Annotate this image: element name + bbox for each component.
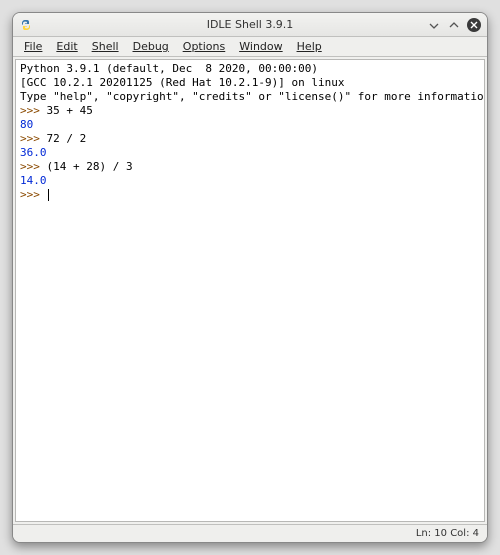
menu-options[interactable]: Options bbox=[176, 38, 232, 55]
idle-window: IDLE Shell 3.9.1 File Edit Shell Debug O… bbox=[12, 12, 488, 543]
window-controls bbox=[427, 18, 481, 32]
prompt: >>> bbox=[20, 132, 40, 145]
banner-line: Type "help", "copyright", "credits" or "… bbox=[20, 90, 485, 103]
menu-shell[interactable]: Shell bbox=[85, 38, 126, 55]
shell-text-area[interactable]: Python 3.9.1 (default, Dec 8 2020, 00:00… bbox=[15, 59, 485, 522]
repl-output: 36.0 bbox=[20, 146, 47, 159]
menu-debug[interactable]: Debug bbox=[126, 38, 176, 55]
minimize-button[interactable] bbox=[427, 18, 441, 32]
statusbar: Ln: 10 Col: 4 bbox=[13, 524, 487, 542]
prompt: >>> bbox=[20, 188, 40, 201]
python-icon bbox=[19, 18, 33, 32]
maximize-button[interactable] bbox=[447, 18, 461, 32]
window-title: IDLE Shell 3.9.1 bbox=[207, 18, 294, 31]
prompt: >>> bbox=[20, 104, 40, 117]
menu-window[interactable]: Window bbox=[232, 38, 289, 55]
text-cursor bbox=[48, 189, 49, 201]
menu-edit[interactable]: Edit bbox=[49, 38, 84, 55]
menu-file[interactable]: File bbox=[17, 38, 49, 55]
repl-output: 14.0 bbox=[20, 174, 47, 187]
prompt: >>> bbox=[20, 160, 40, 173]
menubar: File Edit Shell Debug Options Window Hel… bbox=[13, 37, 487, 57]
repl-output: 80 bbox=[20, 118, 33, 131]
menu-help[interactable]: Help bbox=[290, 38, 329, 55]
titlebar[interactable]: IDLE Shell 3.9.1 bbox=[13, 13, 487, 37]
banner-line: Python 3.9.1 (default, Dec 8 2020, 00:00… bbox=[20, 62, 318, 75]
repl-input: (14 + 28) / 3 bbox=[47, 160, 133, 173]
banner-line: [GCC 10.2.1 20201125 (Red Hat 10.2.1-9)]… bbox=[20, 76, 345, 89]
repl-input: 72 / 2 bbox=[47, 132, 87, 145]
repl-input: 35 + 45 bbox=[47, 104, 93, 117]
cursor-position: Ln: 10 Col: 4 bbox=[416, 528, 479, 539]
close-button[interactable] bbox=[467, 18, 481, 32]
